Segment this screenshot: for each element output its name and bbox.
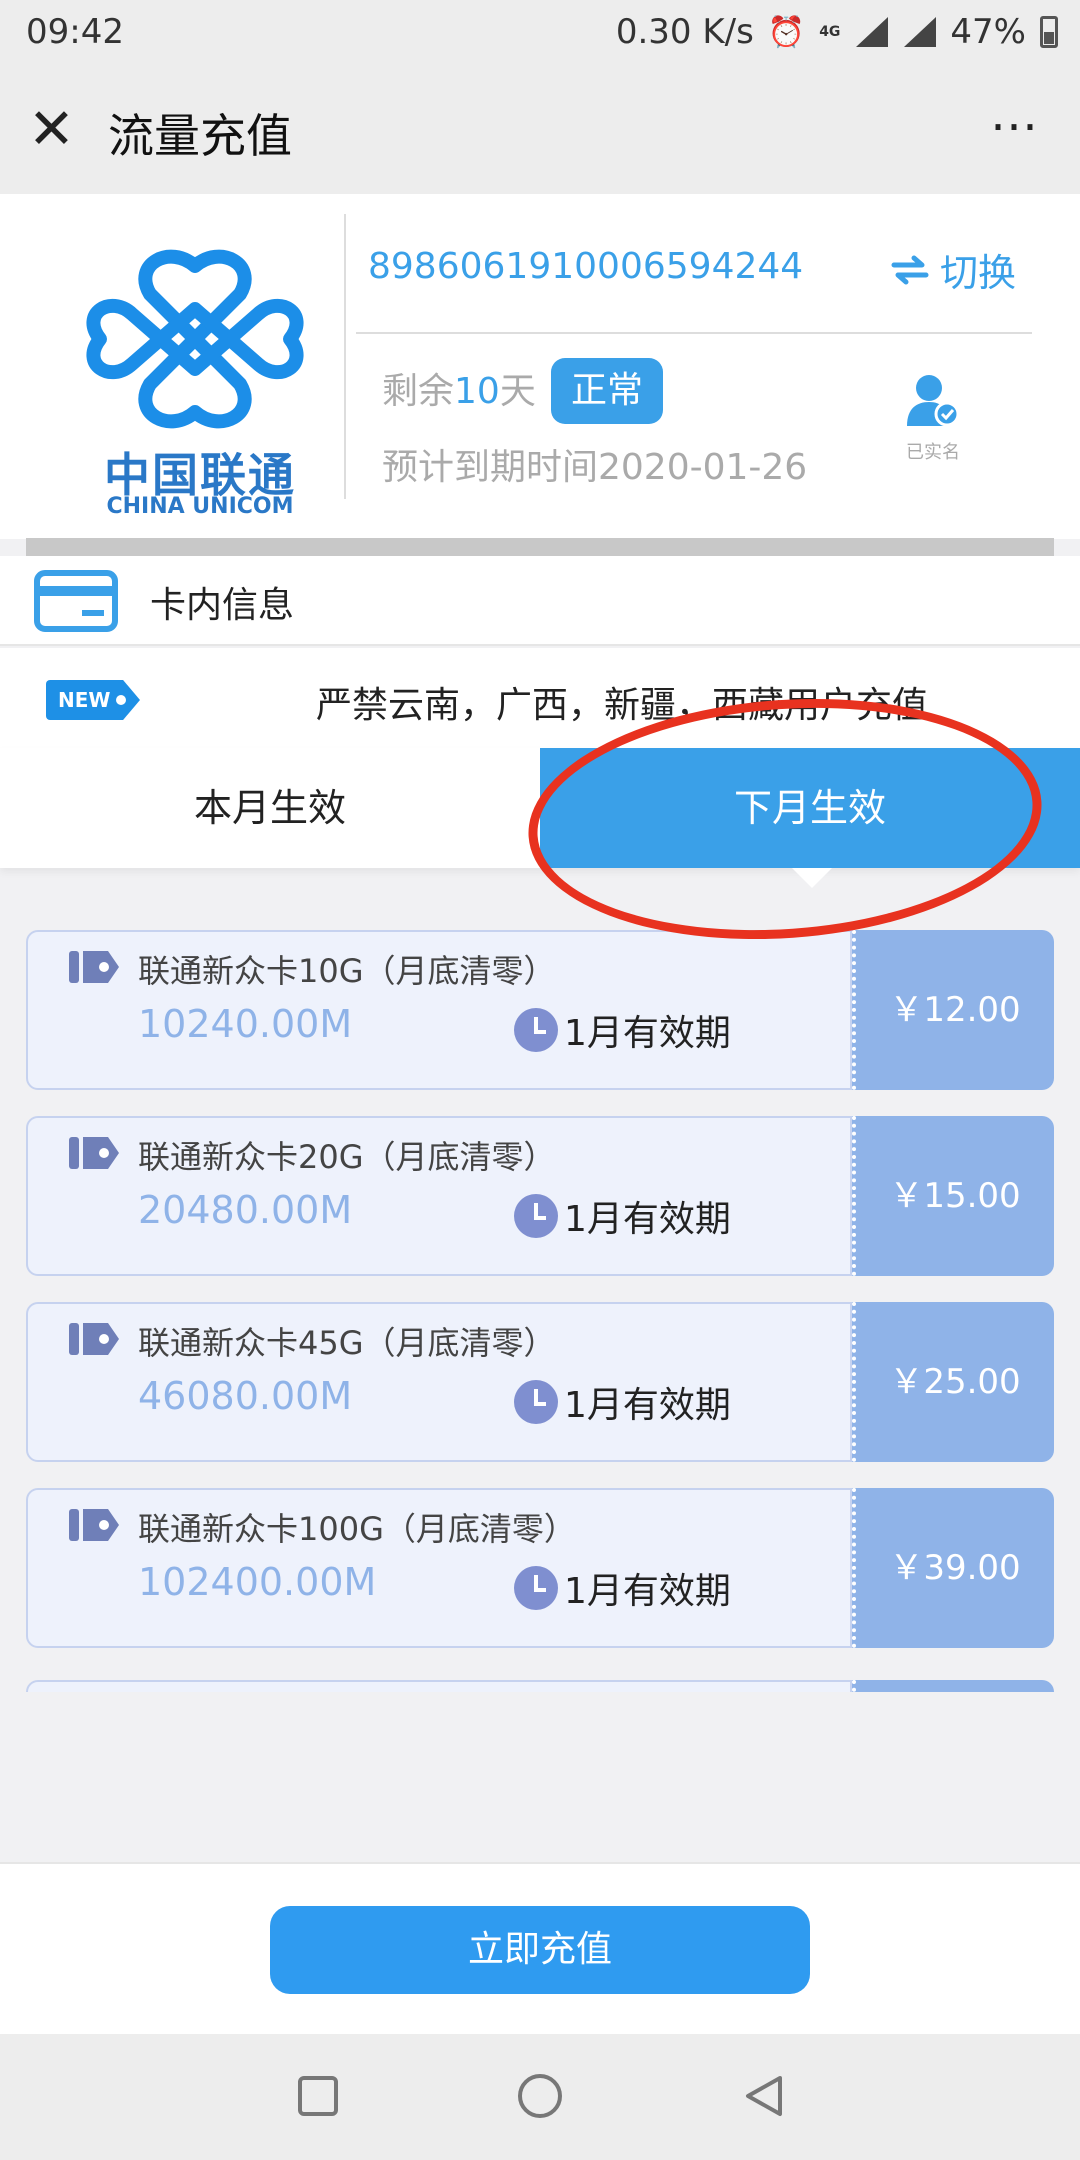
active-tab-caret xyxy=(792,868,832,888)
package-body xyxy=(26,1680,852,1692)
network-type-icon: 4G xyxy=(819,24,841,40)
notice-text: 严禁云南，广西，新疆，西藏用户充值 xyxy=(316,685,929,726)
package-card[interactable]: 联通新众卡100G（月底清零） 102400.00M 1月有效期 ￥39.00 xyxy=(26,1488,1054,1648)
card-icon xyxy=(34,570,118,632)
new-badge: NEW xyxy=(46,680,140,720)
tab-this-month[interactable]: 本月生效 xyxy=(0,748,540,868)
logo-text-en: CHINA UNICOM xyxy=(106,494,294,519)
validity-label: 1月有效期 xyxy=(564,1571,731,1612)
package-card[interactable]: 联通新众卡20G（月底清零） 20480.00M 1月有效期 ￥15.00 xyxy=(26,1116,1054,1276)
package-card[interactable]: 联通新众卡45G（月底清零） 46080.00M 1月有效期 ￥25.00 xyxy=(26,1302,1054,1462)
divider xyxy=(344,214,346,499)
package-body: 联通新众卡100G（月底清零） 102400.00M 1月有效期 xyxy=(26,1488,852,1648)
package-name: 联通新众卡10G（月底清零） xyxy=(138,952,556,990)
remaining-days: 剩余10天 xyxy=(382,362,536,414)
clock-icon xyxy=(514,1566,558,1610)
status-badge: 正常 xyxy=(551,358,663,424)
package-list: 联通新众卡10G（月底清零） 10240.00M 1月有效期 ￥12.00 联通… xyxy=(0,930,1080,1692)
tag-icon xyxy=(69,1137,119,1169)
package-name: 联通新众卡45G（月底清零） xyxy=(138,1324,556,1362)
package-body: 联通新众卡45G（月底清零） 46080.00M 1月有效期 xyxy=(26,1302,852,1462)
package-price[interactable]: ￥15.00 xyxy=(852,1116,1054,1276)
package-price-partial[interactable] xyxy=(852,1680,1054,1692)
remaining-prefix: 剩余 xyxy=(382,371,455,412)
home-icon[interactable] xyxy=(518,2074,562,2118)
status-icons: 0.30 K/s ⏰ 4G 47% xyxy=(616,12,1058,52)
switch-label: 切换 xyxy=(939,251,1016,295)
title-bar: ✕ 流量充值 ⋯ xyxy=(0,66,1080,194)
signal-icon-2 xyxy=(902,17,937,47)
recent-apps-icon[interactable] xyxy=(298,2076,338,2116)
action-bar: 立即充值 xyxy=(0,1862,1080,2034)
package-price[interactable]: ￥39.00 xyxy=(852,1488,1054,1648)
signal-icon xyxy=(854,17,889,47)
sim-card-panel: 中国联通 CHINA UNICOM 8986061910006594244 切换… xyxy=(0,194,1080,539)
swap-arrows-icon xyxy=(891,255,929,284)
package-price[interactable]: ￥12.00 xyxy=(852,930,1054,1090)
package-validity: 1月有效期 xyxy=(514,1376,731,1428)
status-time: 09:42 xyxy=(26,12,124,52)
switch-card-button[interactable]: 切换 xyxy=(890,242,1016,297)
tab-next-month[interactable]: 下月生效 xyxy=(540,748,1080,868)
package-validity: 1月有效期 xyxy=(514,1190,731,1242)
tag-icon xyxy=(69,951,119,983)
package-card[interactable]: 联通新众卡10G（月底清零） 10240.00M 1月有效期 ￥12.00 xyxy=(26,930,1054,1090)
package-size: 102400.00M xyxy=(138,1560,377,1604)
battery-percent: 47% xyxy=(950,12,1026,52)
clock-icon xyxy=(514,1008,558,1052)
net-speed: 0.30 K/s xyxy=(615,12,754,52)
verified-badge: 已实名 xyxy=(898,370,968,464)
close-icon[interactable]: ✕ xyxy=(28,102,80,158)
clock-icon xyxy=(514,1380,558,1424)
system-nav-bar xyxy=(0,2034,1080,2160)
iccid-number: 8986061910006594244 xyxy=(368,246,804,287)
divider xyxy=(356,332,1032,334)
page-title: 流量充值 xyxy=(108,109,292,163)
china-unicom-logo: 中国联通 CHINA UNICOM xyxy=(70,244,320,519)
package-body: 联通新众卡10G（月底清零） 10240.00M 1月有效期 xyxy=(26,930,852,1090)
more-menu-icon[interactable]: ⋯ xyxy=(990,98,1040,154)
expire-date: 预计到期时间2020-01-26 xyxy=(382,447,808,488)
verified-label: 已实名 xyxy=(906,442,960,463)
unicom-knot-icon xyxy=(86,249,304,429)
package-size: 10240.00M xyxy=(138,1002,353,1046)
back-icon[interactable] xyxy=(740,2072,788,2120)
package-validity: 1月有效期 xyxy=(514,1562,731,1614)
tab-bar: 本月生效 下月生效 xyxy=(0,748,1080,868)
package-price[interactable]: ￥25.00 xyxy=(852,1302,1054,1462)
package-size: 46080.00M xyxy=(138,1374,353,1418)
package-name: 联通新众卡100G（月底清零） xyxy=(138,1510,576,1548)
package-size: 20480.00M xyxy=(138,1188,353,1232)
validity-label: 1月有效期 xyxy=(564,1013,731,1054)
battery-icon xyxy=(1040,16,1058,48)
package-card-partial[interactable] xyxy=(26,1680,1054,1692)
card-info-row[interactable]: 卡内信息 xyxy=(0,556,1080,646)
separator-band xyxy=(26,538,1054,556)
validity-label: 1月有效期 xyxy=(564,1385,731,1426)
validity-label: 1月有效期 xyxy=(564,1199,731,1240)
remaining-suffix: 天 xyxy=(499,371,536,412)
package-name: 联通新众卡20G（月底清零） xyxy=(138,1138,556,1176)
package-validity: 1月有效期 xyxy=(514,1004,731,1056)
card-info-label: 卡内信息 xyxy=(150,585,295,626)
status-bar: 09:42 0.30 K/s ⏰ 4G 47% xyxy=(0,0,1080,66)
recharge-button[interactable]: 立即充值 xyxy=(270,1906,810,1994)
alarm-icon: ⏰ xyxy=(767,14,806,50)
tag-icon xyxy=(69,1509,119,1541)
verified-user-icon xyxy=(907,375,960,427)
package-body: 联通新众卡20G（月底清零） 20480.00M 1月有效期 xyxy=(26,1116,852,1276)
notice-bar: NEW 严禁云南，广西，新疆，西藏用户充值 xyxy=(0,648,1080,752)
tag-icon xyxy=(69,1323,119,1355)
remaining-days-value: 10 xyxy=(454,371,500,412)
clock-icon xyxy=(514,1194,558,1238)
